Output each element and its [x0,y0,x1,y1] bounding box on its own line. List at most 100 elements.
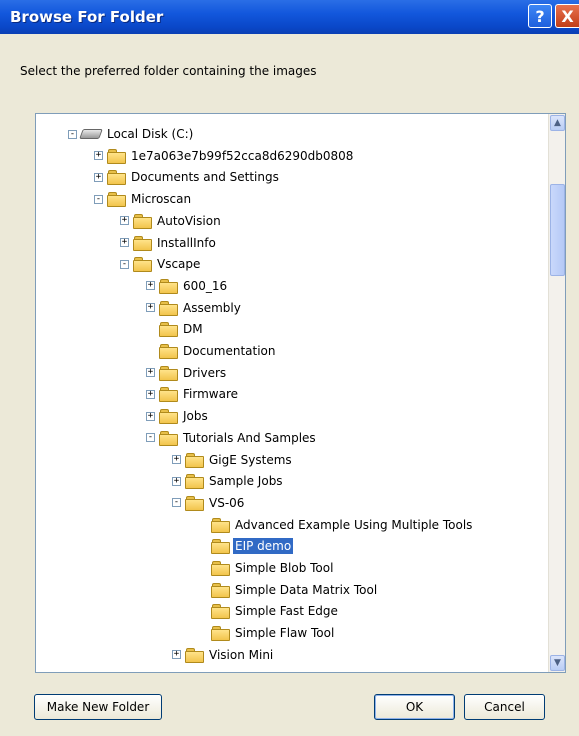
tree-item[interactable]: - VS-06 [172,493,246,513]
browse-for-folder-dialog: Browse For Folder ? X Select the preferr… [0,0,579,736]
scroll-down-button[interactable]: ▼ [550,655,565,671]
expand-icon[interactable]: + [146,368,155,378]
collapse-icon[interactable]: - [94,194,103,204]
tree-item[interactable]: Advanced Example Using Multiple Tools [211,515,474,535]
tree-item[interactable]: Simple Data Matrix Tool [211,580,379,600]
tree-item[interactable]: + InstallInfo [120,233,218,253]
collapse-icon[interactable]: - [120,259,129,269]
tree-item[interactable]: Simple Flaw Tool [211,623,336,643]
tree-item[interactable]: EIP demo [211,536,294,556]
tree-item-label: Vision Mini [209,647,274,662]
tree-item[interactable]: + Jobs [146,406,210,426]
expand-icon[interactable]: + [146,281,155,291]
folder-icon [159,387,178,403]
tree-item[interactable]: - Local Disk (C:) [68,124,195,144]
expand-icon[interactable]: + [172,476,181,486]
instruction-text: Select the preferred folder containing t… [20,64,317,78]
expand-icon[interactable]: + [172,455,181,464]
tree-item-label: Documents and Settings [131,170,279,185]
folder-icon [159,300,178,316]
tree-item[interactable]: - Tutorials And Samples [146,428,318,448]
tree-item-label: GigE Systems [209,452,292,467]
close-button[interactable]: X [555,4,579,28]
make-new-folder-button[interactable]: Make New Folder [34,694,162,720]
expand-icon[interactable]: + [146,411,155,421]
help-icon: ? [535,6,545,26]
collapse-icon[interactable]: - [68,129,77,139]
vertical-scrollbar[interactable]: ▲ ▼ [548,114,565,672]
tree-item-label: Simple Flaw Tool [235,626,335,641]
tree-item[interactable]: Simple Blob Tool [211,558,335,578]
tree-item-label: Advanced Example Using Multiple Tools [235,517,473,532]
tree-item-label: Local Disk (C:) [107,127,194,141]
tree-item[interactable]: + Assembly [146,298,243,318]
folder-icon [107,170,126,186]
tree-item[interactable]: + GigE Systems [172,450,294,470]
tree-item[interactable]: + Drivers [146,363,228,383]
tree-item-label: EIP demo [233,538,294,555]
drive-icon [79,129,103,139]
collapse-icon[interactable]: - [172,498,181,508]
folder-icon [159,409,178,425]
tree-item-label: Drivers [183,365,227,380]
tree-item-label: Sample Jobs [209,474,283,489]
tree-item-label: Documentation [183,344,276,358]
tree-item[interactable]: + Documents and Settings [94,167,281,187]
tree-item-label: Vscape [157,257,201,272]
expand-icon[interactable]: + [146,303,155,313]
folder-icon [211,582,230,598]
tree-item-label: InstallInfo [157,235,216,250]
folder-icon [133,235,152,251]
help-button[interactable]: ? [528,4,552,28]
folder-icon [159,430,178,446]
folder-icon [159,278,178,294]
ok-button[interactable]: OK [374,694,455,720]
folder-icon [211,604,230,620]
tree-item-label: Assembly [183,300,241,315]
tree-item[interactable]: + Sample Jobs [172,471,285,491]
expand-icon[interactable]: + [172,650,181,660]
folder-icon [107,148,126,164]
chevron-down-icon: ▼ [554,658,561,668]
tree-item[interactable]: +600_16 [146,276,229,296]
collapse-icon[interactable]: - [146,433,155,443]
tree-item[interactable]: +1e7a063e7b99f52cca8d6290db0808 [94,146,355,166]
tree-item-label: VS-06 [209,495,245,510]
expand-icon[interactable]: + [94,172,103,182]
expand-icon[interactable]: + [146,389,155,399]
folder-icon [211,517,230,533]
expand-icon[interactable]: + [94,151,103,161]
scroll-up-button[interactable]: ▲ [550,115,565,131]
tree-item[interactable]: Documentation [159,341,278,361]
tree-item-label: DM [183,322,203,337]
tree-item-label: 1e7a063e7b99f52cca8d6290db0808 [131,148,354,163]
tree-item[interactable]: DM [159,319,205,339]
tree-item-label: AutoVision [157,213,221,228]
tree-item[interactable]: - Vscape [120,254,202,274]
scroll-thumb[interactable] [550,184,565,276]
folder-tree[interactable]: - Local Disk (C:) +1e7a063e7b99f52cca8d629… [35,113,566,673]
tree-item-label: Microscan [131,192,192,207]
tree-item[interactable]: + Firmware [146,384,240,404]
tree-item-label: Firmware [183,387,238,402]
title-bar[interactable]: Browse For Folder ? X [0,0,579,34]
tree-item[interactable]: + AutoVision [120,211,223,231]
cancel-button[interactable]: Cancel [464,694,545,720]
window-title: Browse For Folder [10,8,164,26]
expand-icon[interactable]: + [120,216,129,226]
tree-item[interactable]: Simple Fast Edge [211,601,340,621]
expand-icon[interactable]: + [120,238,129,247]
folder-icon [185,647,204,663]
folder-icon [159,365,178,381]
tree-item-label: Simple Fast Edge [235,604,338,619]
folder-icon [133,213,152,229]
folder-icon [185,495,204,511]
chevron-up-icon: ▲ [554,118,561,128]
tree-item[interactable]: + Vision Mini [172,645,275,665]
tree-item-label: Simple Blob Tool [235,561,334,575]
tree-item[interactable]: - Microscan [94,189,193,209]
folder-icon [185,474,204,490]
folder-icon [211,539,230,555]
folder-icon [211,561,230,576]
folder-icon [211,626,230,642]
